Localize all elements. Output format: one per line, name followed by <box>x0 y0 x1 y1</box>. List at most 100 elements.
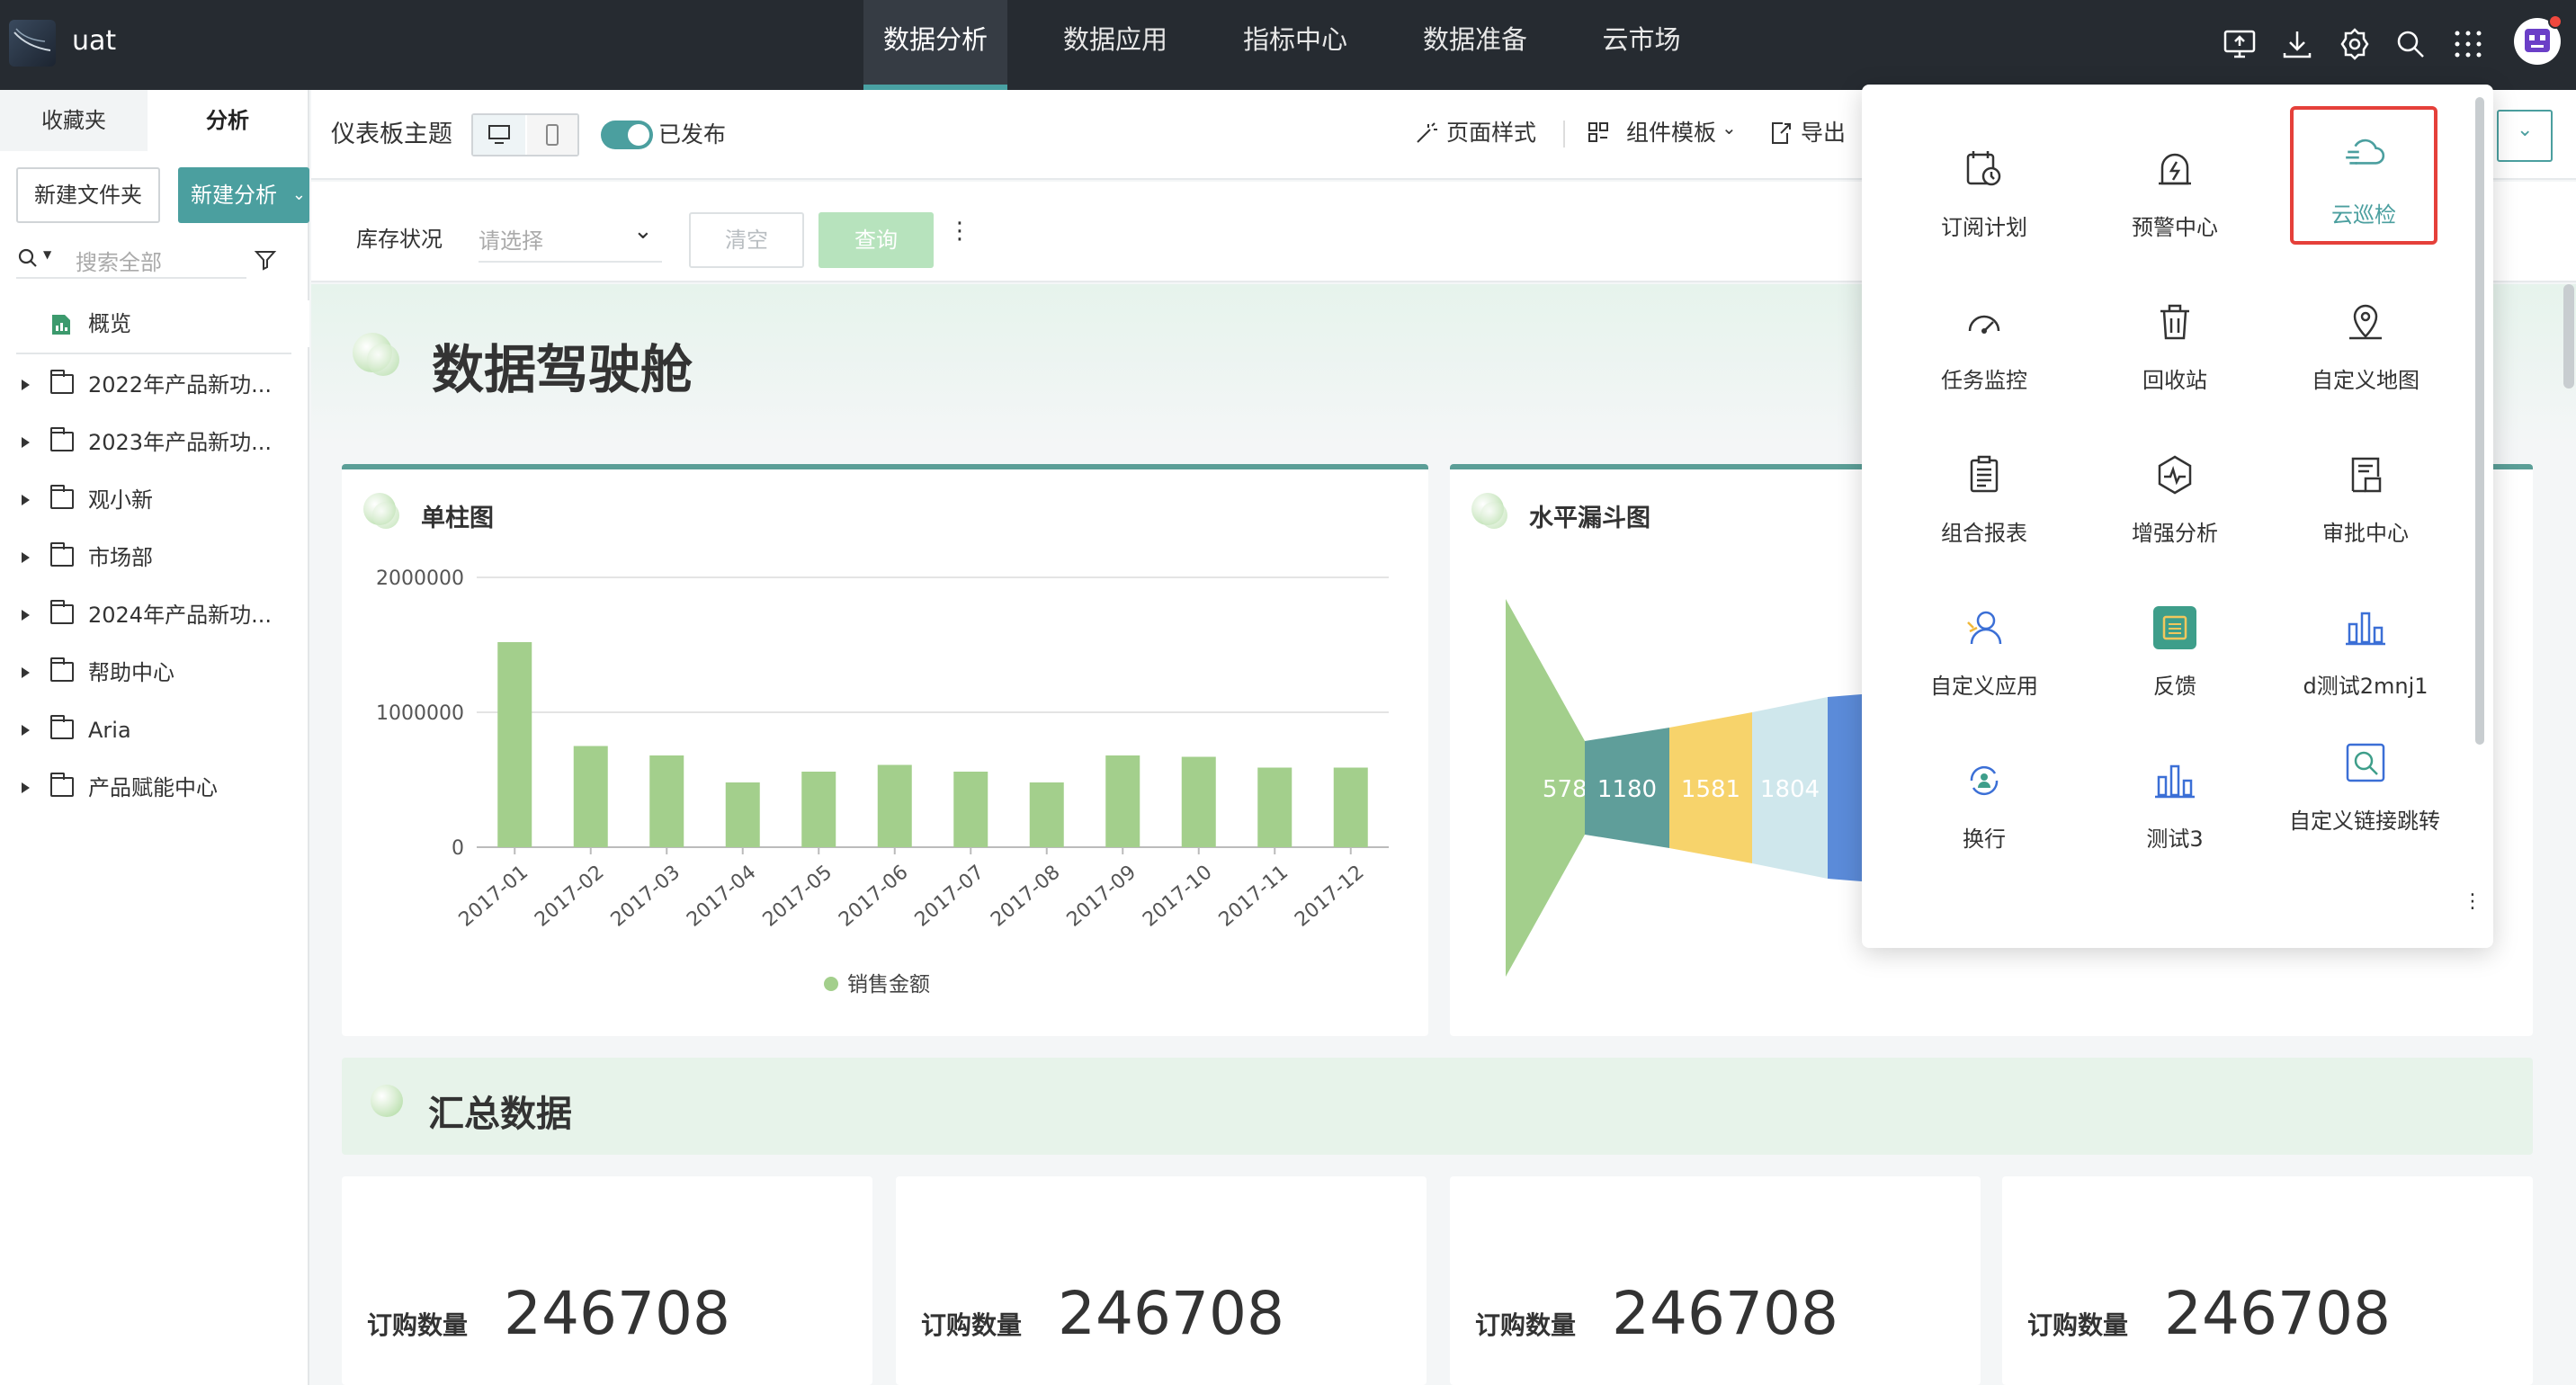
expand-arrow-icon[interactable] <box>22 610 30 621</box>
menu-item-alert-center[interactable]: 预警中心 <box>2080 112 2270 264</box>
bar <box>725 782 760 847</box>
bar <box>1029 782 1064 847</box>
tree-item-folder[interactable]: 2023年产品新功... <box>0 419 309 466</box>
expand-arrow-icon[interactable] <box>22 552 30 563</box>
popup-scrollbar[interactable] <box>2475 97 2484 745</box>
inventory-select[interactable]: 请选择 ⌄ <box>479 210 662 263</box>
download-icon[interactable] <box>2277 24 2317 64</box>
mobile-view-button[interactable] <box>527 115 577 155</box>
folder-icon <box>49 370 74 394</box>
menu-item-subscription-plan[interactable]: 订阅计划 <box>1889 112 2080 264</box>
monitor-upload-icon[interactable] <box>2220 24 2259 64</box>
alarm-bell-icon <box>2159 153 2191 185</box>
published-label: 已发布 <box>658 121 727 147</box>
kpi-label: 订购数量 <box>1475 1310 1577 1340</box>
gear-icon[interactable] <box>2335 24 2375 64</box>
search-icon[interactable] <box>2391 24 2430 64</box>
search-input[interactable]: 搜索全部 <box>76 245 162 276</box>
new-folder-button[interactable]: 新建文件夹 <box>16 167 160 223</box>
notification-dot <box>2548 14 2563 29</box>
expand-arrow-icon[interactable] <box>22 495 30 505</box>
sidebar-tab-analysis[interactable]: 分析 <box>148 90 308 151</box>
menu-item-test-3[interactable]: 测试3 <box>2080 723 2270 876</box>
more-vertical-icon[interactable]: ⋮ <box>2463 890 2482 913</box>
app-name: uat <box>72 25 117 57</box>
page-style-button[interactable]: 页面样式 <box>1446 115 1536 151</box>
more-vertical-icon[interactable]: ⋮ <box>948 218 971 245</box>
menu-item-custom-map[interactable]: 自定义地图 <box>2270 264 2461 417</box>
title-orb-icon <box>367 344 399 376</box>
tree-item-overview[interactable]: 概览 <box>0 300 309 347</box>
search-scope-caret-icon[interactable]: ▼ <box>43 248 51 261</box>
more-actions-dropdown[interactable]: ⌄ <box>2497 110 2553 162</box>
menu-item-cloud-inspection[interactable]: 云巡检 <box>2290 106 2437 245</box>
menu-item-combined-report[interactable]: 组合报表 <box>1889 417 2080 570</box>
menu-item-label: 自定义地图 <box>2312 368 2419 393</box>
x-tick-label: 2017-05 <box>759 861 836 931</box>
tree-item-folder[interactable]: Aria <box>0 707 309 754</box>
menu-item-line-break[interactable]: 换行 <box>1889 723 2080 876</box>
menu-item-recycle-bin[interactable]: 回收站 <box>2080 264 2270 417</box>
expand-arrow-icon[interactable] <box>22 380 30 390</box>
sidebar-search[interactable]: ▼ 搜索全部 <box>16 239 246 279</box>
kpi-label: 订购数量 <box>921 1310 1023 1340</box>
folder-icon <box>49 485 74 509</box>
tree-item-folder[interactable]: 2022年产品新功... <box>0 362 309 408</box>
menu-item-label: 增强分析 <box>2132 521 2218 546</box>
x-tick-label: 2017-08 <box>987 861 1064 931</box>
query-button[interactable]: 查询 <box>818 212 934 268</box>
expand-arrow-icon[interactable] <box>22 782 30 793</box>
expand-arrow-icon[interactable] <box>22 667 30 678</box>
cloud-scan-icon <box>2346 138 2385 165</box>
nav-tab-metric-center[interactable]: 指标中心 <box>1223 0 1367 90</box>
export-button[interactable]: 导出 <box>1801 115 1846 151</box>
folder-icon <box>49 427 74 451</box>
menu-item-label: 自定义应用 <box>1930 674 2038 699</box>
menu-item-label: 回收站 <box>2142 368 2207 393</box>
tree-item-label: 观小新 <box>88 487 153 513</box>
tree-item-folder[interactable]: 观小新 <box>0 477 309 523</box>
nav-tab-data-preparation[interactable]: 数据准备 <box>1403 0 1547 90</box>
nav-tab-data-analysis[interactable]: 数据分析 <box>863 0 1007 90</box>
menu-item-approval-center[interactable]: 审批中心 <box>2270 417 2461 570</box>
apps-grid-icon[interactable] <box>2448 24 2488 64</box>
bar <box>497 642 532 847</box>
app-logo[interactable] <box>9 20 56 67</box>
expand-arrow-icon[interactable] <box>22 725 30 736</box>
clear-button[interactable]: 清空 <box>689 212 804 268</box>
expand-arrow-icon[interactable] <box>22 437 30 448</box>
toggle-knob <box>628 124 649 146</box>
tree-item-folder[interactable]: 市场部 <box>0 534 309 581</box>
component-template-button[interactable]: 组件模板 <box>1626 115 1716 151</box>
user-app-icon <box>1967 611 2002 645</box>
menu-item-custom-app[interactable]: 自定义应用 <box>1889 570 2080 723</box>
sidebar-tab-favorites[interactable]: 收藏夹 <box>0 90 148 151</box>
summary-orb-icon <box>371 1085 403 1117</box>
bar-chart-svg: 2000000100000002017-012017-022017-032017… <box>376 567 1389 996</box>
tree-item-label: 2022年产品新功... <box>88 372 272 398</box>
tree-item-folder[interactable]: 产品赋能中心 <box>0 764 309 811</box>
legend-label: 销售金额 <box>847 973 930 996</box>
tree-item-label: 2023年产品新功... <box>88 430 272 455</box>
calendar-clock-icon <box>1966 151 2001 186</box>
tree-item-folder[interactable]: 2024年产品新功... <box>0 592 309 639</box>
menu-item-task-monitor[interactable]: 任务监控 <box>1889 264 2080 417</box>
desktop-view-button[interactable] <box>473 115 525 155</box>
tree-item-folder[interactable]: 帮助中心 <box>0 649 309 696</box>
x-tick-label: 2017-01 <box>455 861 532 931</box>
x-tick-label: 2017-06 <box>835 861 912 931</box>
new-analysis-button[interactable]: 新建分析 ⌄ <box>178 167 309 223</box>
publish-toggle[interactable] <box>601 121 653 149</box>
menu-item-enhanced-analysis[interactable]: 增强分析 <box>2080 417 2270 570</box>
nav-tab-data-application[interactable]: 数据应用 <box>1043 0 1187 90</box>
menu-item-d-test-2mnj1[interactable]: d测试2mnj1 <box>2270 570 2461 723</box>
page-scrollbar[interactable] <box>2563 284 2574 389</box>
filter-icon[interactable] <box>254 248 277 272</box>
tree-item-label: 帮助中心 <box>88 660 174 685</box>
menu-item-label: 订阅计划 <box>1941 215 2027 240</box>
new-analysis-label: 新建分析 <box>191 183 277 208</box>
nav-tab-cloud-market[interactable]: 云市场 <box>1583 0 1700 90</box>
menu-item-feedback[interactable]: 反馈 <box>2080 570 2270 723</box>
menu-item-label: 组合报表 <box>1941 521 2027 546</box>
menu-item-custom-link-jump[interactable]: 自定义链接跳转 <box>2270 723 2461 876</box>
